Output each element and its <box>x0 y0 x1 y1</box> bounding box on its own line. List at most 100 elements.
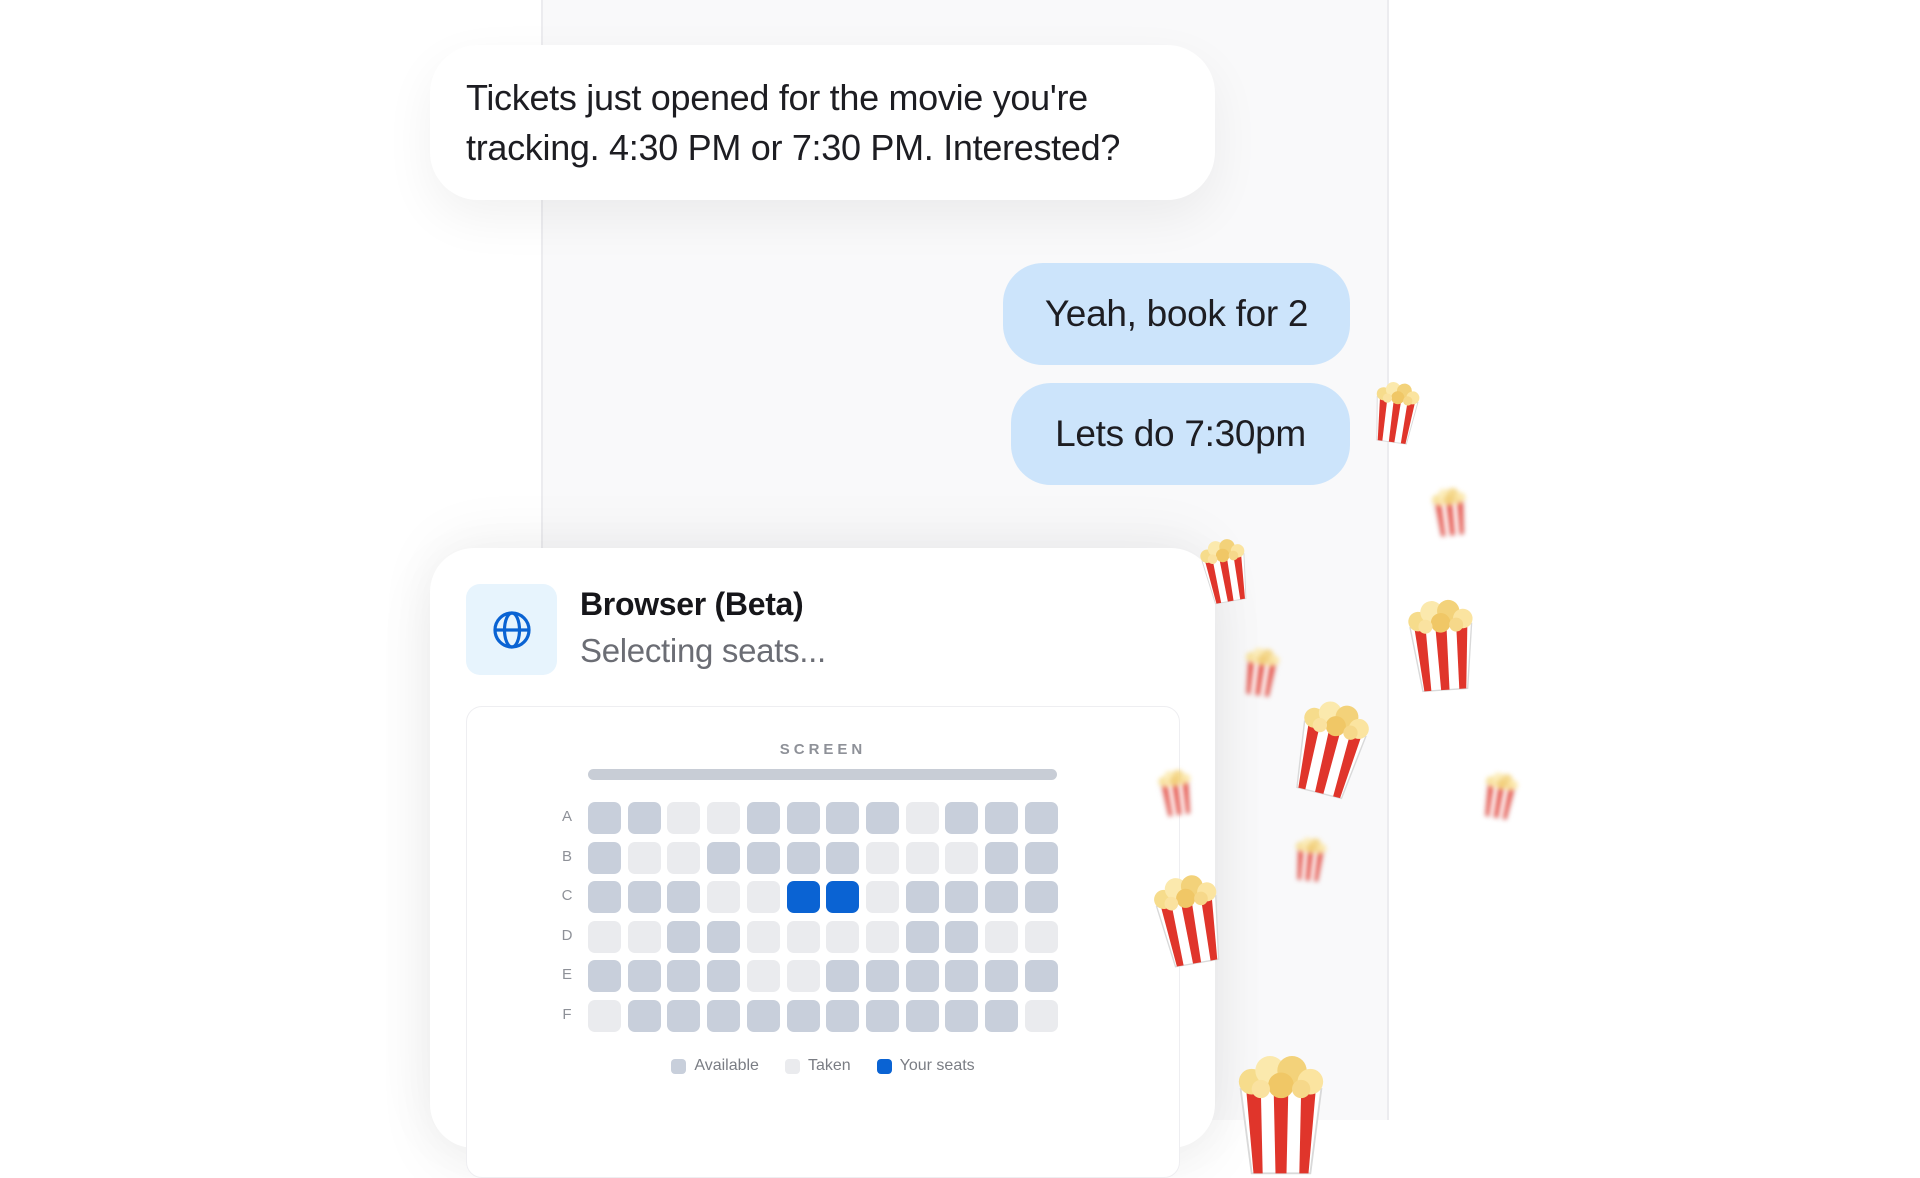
seat-map: SCREEN A B C D E F Available Taken Your seats <box>466 706 1180 1178</box>
seat-d6 <box>786 920 820 953</box>
seat-e11[interactable] <box>985 960 1018 993</box>
seat-f1 <box>588 1000 621 1032</box>
row-label-f: F <box>562 1006 572 1023</box>
seat-c2[interactable] <box>627 881 661 914</box>
seat-c12[interactable] <box>1024 881 1058 914</box>
outgoing-message-bubble: Lets do 7:30pm <box>1011 383 1350 485</box>
seat-a4 <box>707 802 741 834</box>
seat-b3 <box>667 841 701 874</box>
seat-d11 <box>985 920 1018 953</box>
row-label-e: E <box>561 966 572 984</box>
seat-c9[interactable] <box>905 881 939 914</box>
browser-tool-card: Browser (Beta) Selecting seats... SCREEN… <box>430 548 1215 1178</box>
seat-e8[interactable] <box>865 960 899 993</box>
seat-e7[interactable] <box>826 960 860 993</box>
legend-swatch <box>784 1058 800 1074</box>
legend-swatch <box>876 1058 892 1074</box>
incoming-message-text: Tickets just opened for the movie you're… <box>466 77 1121 168</box>
seat-a5[interactable] <box>746 802 780 834</box>
seat-a6[interactable] <box>786 802 820 834</box>
seat-e2[interactable] <box>627 960 661 993</box>
seat-e12[interactable] <box>1024 960 1058 993</box>
screen-label: SCREEN <box>779 741 867 758</box>
seat-a7[interactable] <box>826 802 860 834</box>
seat-c3[interactable] <box>667 881 701 914</box>
seat-a10[interactable] <box>945 802 979 834</box>
outgoing-message-text: Lets do 7:30pm <box>1055 413 1306 454</box>
seat-c6[interactable] <box>786 881 820 914</box>
seat-c1[interactable] <box>588 881 621 914</box>
seat-b11[interactable] <box>985 841 1018 874</box>
seat-b12[interactable] <box>1024 841 1058 874</box>
seat-f3[interactable] <box>667 1000 701 1032</box>
seat-c10[interactable] <box>945 881 979 914</box>
seat-b5[interactable] <box>746 841 780 874</box>
legend-label: Your seats <box>899 1057 975 1074</box>
outgoing-message-text: Yeah, book for 2 <box>1044 293 1309 334</box>
popcorn-icon <box>1431 488 1466 537</box>
seat-d4[interactable] <box>707 920 741 953</box>
seat-f11[interactable] <box>985 1000 1018 1032</box>
row-label-c: C <box>561 887 573 905</box>
seat-a8[interactable] <box>865 802 899 834</box>
seat-b7[interactable] <box>826 841 860 874</box>
seat-f12 <box>1024 1000 1058 1032</box>
seat-f10[interactable] <box>945 1000 979 1032</box>
seat-f7[interactable] <box>826 1000 860 1032</box>
seat-e10[interactable] <box>945 960 979 993</box>
seat-c11[interactable] <box>985 881 1018 914</box>
seat-f8[interactable] <box>865 1000 899 1032</box>
seat-a9 <box>905 802 939 834</box>
card-title: Browser (Beta) <box>580 586 804 622</box>
seat-d5 <box>746 920 780 953</box>
seat-a1[interactable] <box>588 802 621 834</box>
seat-d9[interactable] <box>905 920 939 953</box>
legend-label: Available <box>694 1057 759 1074</box>
seat-a11[interactable] <box>985 802 1018 834</box>
screen-bar <box>588 769 1057 780</box>
row-label-d: D <box>561 926 573 944</box>
browser-icon-tile <box>466 584 557 675</box>
seat-e1[interactable] <box>588 960 621 993</box>
legend-label: Taken <box>807 1057 851 1074</box>
popcorn-icon <box>1484 772 1518 820</box>
seat-b4[interactable] <box>707 841 741 874</box>
seat-d1 <box>588 920 621 953</box>
row-label-a: A <box>561 808 572 825</box>
seat-a12[interactable] <box>1024 802 1058 834</box>
card-status-text: Selecting seats... <box>580 632 826 669</box>
row-label-b: B <box>561 847 572 865</box>
seat-e5 <box>746 960 780 993</box>
seat-a2[interactable] <box>627 802 661 834</box>
seat-legend: Available Taken Your seats <box>467 1057 1179 1075</box>
seat-e4[interactable] <box>707 960 741 993</box>
popcorn-icon <box>1200 539 1247 605</box>
seat-f2[interactable] <box>627 1000 661 1032</box>
seat-f9[interactable] <box>905 1000 939 1032</box>
popcorn-icon <box>1245 647 1280 698</box>
legend-item: Available <box>671 1057 759 1075</box>
seat-f5[interactable] <box>746 1000 780 1032</box>
seat-c4 <box>707 881 741 914</box>
seat-f6[interactable] <box>786 1000 820 1032</box>
popcorn-icon <box>1376 382 1420 445</box>
seat-b1[interactable] <box>588 841 621 874</box>
popcorn-icon <box>1158 769 1191 817</box>
seat-d3[interactable] <box>667 920 701 953</box>
seat-f4[interactable] <box>707 1000 741 1032</box>
seat-d8 <box>865 920 899 953</box>
popcorn-icon <box>1408 599 1473 693</box>
popcorn-icon <box>1295 837 1327 883</box>
seat-b10 <box>945 841 979 874</box>
seat-b2 <box>627 841 661 874</box>
seat-c7[interactable] <box>826 881 860 914</box>
seat-b6[interactable] <box>786 841 820 874</box>
seat-e9[interactable] <box>905 960 939 993</box>
globe-icon <box>492 610 531 649</box>
seat-e3[interactable] <box>667 960 701 993</box>
seat-a3 <box>667 802 701 834</box>
seat-d10[interactable] <box>945 920 979 953</box>
popcorn-icon <box>1238 1056 1324 1175</box>
popcorn-icon <box>1154 875 1220 968</box>
seat-b8 <box>865 841 899 874</box>
